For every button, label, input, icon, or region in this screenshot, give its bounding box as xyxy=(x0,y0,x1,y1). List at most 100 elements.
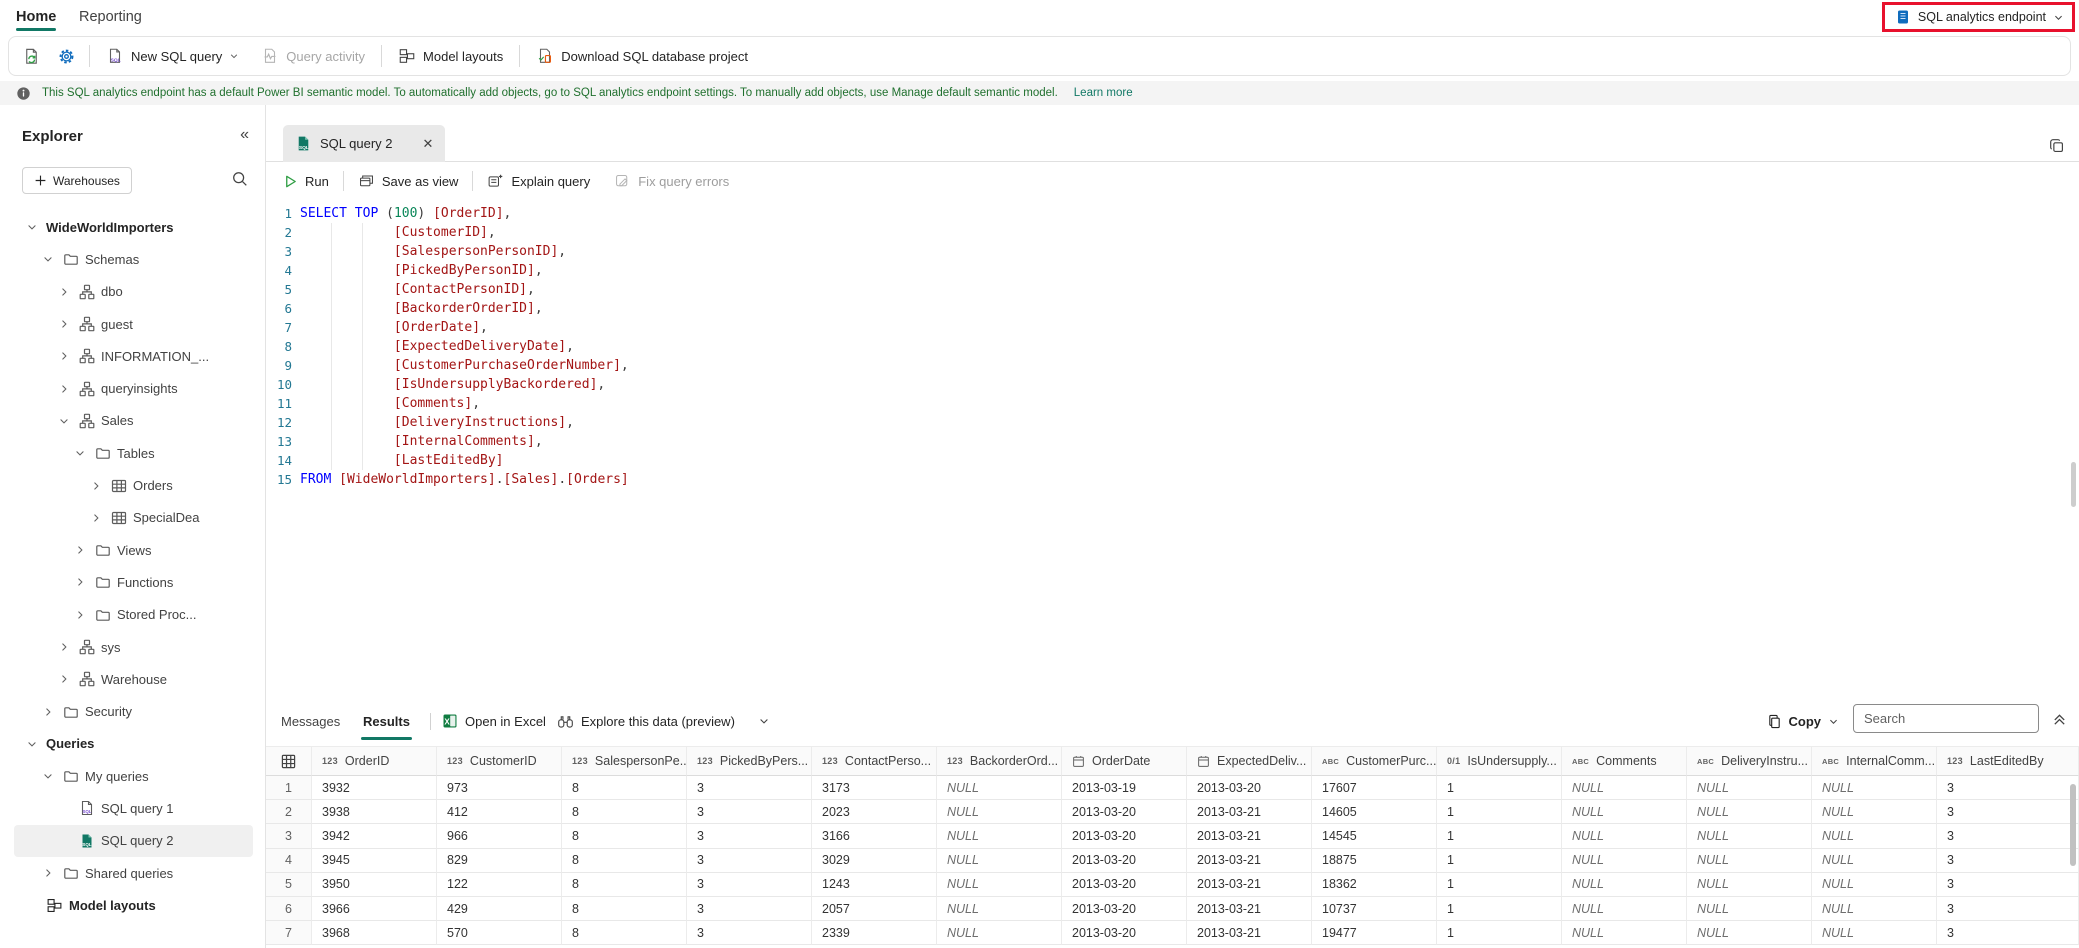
cell[interactable]: NULL xyxy=(1687,921,1812,946)
cell[interactable]: 3 xyxy=(1937,776,2079,801)
search-icon[interactable] xyxy=(231,170,249,188)
cell[interactable]: 17607 xyxy=(1312,776,1437,801)
cell[interactable]: 1 xyxy=(1437,896,1562,922)
cell[interactable]: NULL xyxy=(1687,872,1812,897)
cell[interactable]: 3 xyxy=(1937,896,2079,922)
copy-button[interactable]: Copy xyxy=(1767,706,1840,736)
save-as-view-button[interactable]: Save as view xyxy=(358,173,458,190)
tree-item-model-layouts[interactable]: Model layouts xyxy=(0,889,265,921)
cell[interactable]: 3966 xyxy=(312,896,437,922)
code-line-8[interactable]: 8 [ExpectedDeliveryDate], xyxy=(266,337,573,356)
tree-item-queries[interactable]: Queries xyxy=(0,728,265,760)
explore-data-dropdown[interactable] xyxy=(758,706,770,736)
editor-scrollbar[interactable] xyxy=(2071,462,2076,507)
cell[interactable]: 3 xyxy=(1937,872,2079,897)
chevron-right-icon[interactable] xyxy=(56,286,72,298)
cell[interactable]: NULL xyxy=(1687,848,1812,873)
code-line-14[interactable]: 14 [LastEditedBy] xyxy=(266,451,504,470)
tree-item-shared-queries[interactable]: Shared queries xyxy=(0,857,265,889)
cell[interactable]: 8 xyxy=(562,896,687,922)
refresh-button[interactable] xyxy=(19,43,44,70)
cell[interactable]: 18875 xyxy=(1312,848,1437,873)
cell[interactable]: 2023 xyxy=(812,800,937,825)
column-header-expecteddeliv[interactable]: ExpectedDeliv... xyxy=(1187,746,1312,776)
cell[interactable]: NULL xyxy=(1562,776,1687,801)
cell[interactable]: 1 xyxy=(1437,921,1562,946)
cell[interactable]: 14545 xyxy=(1312,824,1437,849)
cell[interactable]: 8 xyxy=(562,848,687,873)
cell[interactable]: NULL xyxy=(1812,800,1937,825)
chevron-right-icon[interactable] xyxy=(56,641,72,653)
close-tab-icon[interactable]: ✕ xyxy=(423,136,434,152)
cell[interactable]: 2013-03-20 xyxy=(1062,848,1187,873)
cell[interactable]: NULL xyxy=(937,872,1062,897)
column-header-pickedbypers[interactable]: 123 PickedByPers... xyxy=(687,746,812,776)
chevron-right-icon[interactable] xyxy=(72,544,88,556)
column-header-deliveryinstru[interactable]: ABC DeliveryInstru... xyxy=(1687,746,1812,776)
cell[interactable]: 3 xyxy=(687,921,812,946)
table-row[interactable]: 6 3966 429 8 3 2057 NULL 2013-03-20 2013-03-21 10… xyxy=(266,896,2079,922)
tree-item-stored-proc[interactable]: Stored Proc... xyxy=(0,599,265,631)
tree-item-functions[interactable]: Functions xyxy=(0,566,265,598)
cell[interactable]: 3932 xyxy=(312,776,437,801)
chevron-down-icon[interactable] xyxy=(24,738,40,750)
tab-messages[interactable]: Messages xyxy=(281,706,340,736)
tree-item-sql-query-1[interactable]: SQL SQL query 1 xyxy=(0,792,265,824)
cell[interactable]: 3029 xyxy=(812,848,937,873)
cell[interactable]: 2013-03-21 xyxy=(1187,921,1312,946)
cell[interactable]: NULL xyxy=(1812,776,1937,801)
chevron-right-icon[interactable] xyxy=(56,673,72,685)
cell[interactable]: NULL xyxy=(1562,872,1687,897)
table-row[interactable]: 4 3945 829 8 3 3029 NULL 2013-03-20 2013-03-21 18… xyxy=(266,848,2079,873)
cell[interactable]: 2013-03-21 xyxy=(1187,872,1312,897)
cell[interactable]: NULL xyxy=(1562,800,1687,825)
column-header-backorderord[interactable]: 123 BackorderOrd... xyxy=(937,746,1062,776)
tree-item-dbo[interactable]: dbo xyxy=(0,276,265,308)
cell[interactable]: 8 xyxy=(562,824,687,849)
chevron-right-icon[interactable] xyxy=(56,318,72,330)
tree-item-specialdea[interactable]: SpecialDea xyxy=(0,502,265,534)
cell[interactable]: NULL xyxy=(937,824,1062,849)
add-warehouses-button[interactable]: Warehouses xyxy=(22,167,132,194)
table-row[interactable]: 1 3932 973 8 3 3173 NULL 2013-03-19 2013-03-20 17… xyxy=(266,776,2079,801)
cell[interactable]: 2013-03-20 xyxy=(1187,776,1312,801)
cell[interactable]: 3968 xyxy=(312,921,437,946)
collapse-panel-icon[interactable]: « xyxy=(240,126,249,144)
tree-item-information[interactable]: INFORMATION_... xyxy=(0,340,265,372)
code-line-5[interactable]: 5 [ContactPersonID], xyxy=(266,280,534,299)
settings-gear-icon[interactable] xyxy=(54,43,79,70)
cell[interactable]: NULL xyxy=(937,848,1062,873)
cell[interactable]: 2013-03-21 xyxy=(1187,896,1312,922)
cell[interactable]: 3166 xyxy=(812,824,937,849)
column-header-isundersupply[interactable]: 0/1 IsUndersupply... xyxy=(1437,746,1562,776)
cell[interactable]: 3 xyxy=(1937,824,2079,849)
cell[interactable]: 8 xyxy=(562,800,687,825)
cell[interactable]: 2013-03-20 xyxy=(1062,824,1187,849)
code-line-12[interactable]: 12 [DeliveryInstructions], xyxy=(266,413,574,432)
cell[interactable]: 3938 xyxy=(312,800,437,825)
tree-item-queryinsights[interactable]: queryinsights xyxy=(0,372,265,404)
code-line-9[interactable]: 9 [CustomerPurchaseOrderNumber], xyxy=(266,356,628,375)
cell[interactable]: 2013-03-20 xyxy=(1062,896,1187,922)
cell[interactable]: 14605 xyxy=(1312,800,1437,825)
column-header-orderdate[interactable]: OrderDate xyxy=(1062,746,1187,776)
cell[interactable]: 3945 xyxy=(312,848,437,873)
code-line-7[interactable]: 7 [OrderDate], xyxy=(266,318,487,337)
tree-item-sys[interactable]: sys xyxy=(0,631,265,663)
cell[interactable]: 973 xyxy=(437,776,562,801)
cell[interactable]: 2013-03-21 xyxy=(1187,800,1312,825)
code-line-4[interactable]: 4 [PickedByPersonID], xyxy=(266,261,542,280)
column-header-lasteditedby[interactable]: 123 LastEditedBy xyxy=(1937,746,2079,776)
cell[interactable]: NULL xyxy=(1562,848,1687,873)
cell[interactable]: 2013-03-21 xyxy=(1187,824,1312,849)
explain-query-button[interactable]: Explain query xyxy=(487,173,590,190)
cell[interactable]: NULL xyxy=(1687,896,1812,922)
tab-results[interactable]: Results xyxy=(361,706,412,740)
cell[interactable]: 2013-03-21 xyxy=(1187,848,1312,873)
cell[interactable]: 3 xyxy=(1937,921,2079,946)
cell[interactable]: NULL xyxy=(1562,921,1687,946)
cell[interactable]: 412 xyxy=(437,800,562,825)
cell[interactable]: 8 xyxy=(562,872,687,897)
results-search-box[interactable] xyxy=(1853,704,2039,733)
cell[interactable]: NULL xyxy=(1812,921,1937,946)
